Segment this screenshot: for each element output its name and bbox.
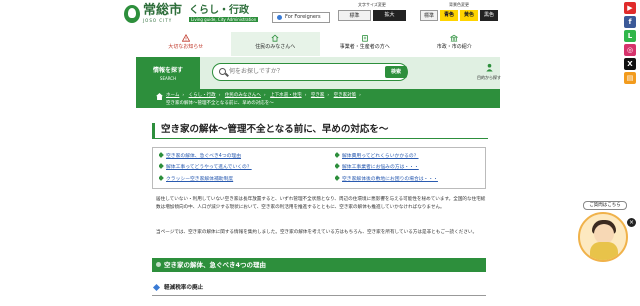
book-icon[interactable]: ▤ (624, 72, 636, 84)
youtube-icon[interactable]: ▶ (624, 2, 636, 14)
search-input[interactable] (229, 66, 379, 78)
house-icon (271, 34, 279, 42)
concierge-label[interactable]: ご質問はこちら (583, 201, 627, 210)
nav-label: 住民のみなさんへ (255, 44, 296, 50)
home-icon[interactable] (156, 93, 163, 100)
intro-paragraph-2: 当ページでは、空き家の解体に関する情報を集約しました。空き家の解体を考えている方… (156, 230, 478, 235)
logo-city-en: JOSO CITY (143, 18, 173, 23)
for-foreigners-button[interactable]: For Foreigners (272, 12, 330, 23)
page-title: 空き家の解体〜管理不全となる前に、早めの対応を〜 (152, 123, 488, 139)
breadcrumb-item[interactable]: 空き家対策 (334, 93, 357, 98)
section-heading: 空き家の解体、急ぐべき4つの理由 (152, 258, 486, 272)
intro-paragraph: 居住していない・利用していない空き家は長年放置すると、いずれ管理不全状態となり、… (156, 197, 486, 210)
city-hall-icon (450, 34, 459, 42)
search-icon (219, 68, 226, 75)
nav-label: 市政・市の紹介 (436, 44, 472, 50)
font-size-large-button[interactable]: 拡大 (373, 10, 406, 21)
search-by-purpose-label: 目的から探す (477, 75, 501, 80)
breadcrumb-item[interactable]: ホーム (166, 93, 179, 98)
concierge-body (590, 242, 618, 260)
facebook-icon[interactable]: f (624, 16, 636, 28)
breadcrumb-item[interactable]: 空き家 (311, 93, 325, 98)
close-icon[interactable]: × (627, 218, 636, 227)
breadcrumb-item[interactable]: 上下水道・住宅 (270, 93, 302, 98)
breadcrumb-current: 空き家の解体〜管理不全となる前に、早めの対応を〜 (166, 101, 274, 106)
color-scheme-label: 背景色変更 (449, 2, 469, 7)
logo-section-sub: Living guide, City Administration (189, 17, 259, 22)
search-title-en: SEARCH (159, 76, 177, 81)
page: 常総市 JOSO CITY くらし・行政 Living guide, City … (0, 0, 640, 306)
warning-icon (181, 34, 190, 42)
nav-important-notices[interactable]: 大切なお知らせ (141, 32, 231, 56)
font-size-control: 文字サイズ変更 標準 拡大 (338, 2, 406, 21)
font-size-label: 文字サイズ変更 (358, 2, 386, 7)
nav-residents[interactable]: 住民のみなさんへ (230, 32, 320, 56)
header: 常総市 JOSO CITY くらし・行政 Living guide, City … (0, 0, 622, 34)
nav-city-intro[interactable]: 市政・市の紹介 (410, 32, 500, 56)
color-yellow-button[interactable]: 黄色 (460, 10, 478, 21)
color-black-button[interactable]: 黒色 (480, 10, 498, 21)
color-scheme-control: 背景色変更 標準 青色 黄色 黒色 (420, 2, 498, 21)
chat-concierge-button[interactable] (578, 212, 628, 262)
search-section-label: 情報を探す SEARCH (136, 57, 200, 89)
toc-link[interactable]: 解体費用ってどれくらいかかるの？ (335, 152, 485, 161)
toc-link[interactable]: クラッシー空き家解体補助制度 (159, 175, 335, 184)
toc-link[interactable]: 空き家の解体、急ぐべき4つの理由 (159, 152, 335, 161)
nav-label: 大切なお知らせ (168, 44, 204, 50)
logo-section: くらし・行政 (189, 5, 250, 16)
breadcrumb: ホーム › くらし・行政 › 住民のみなさんへ › 上下水道・住宅 › 空き家 › 空き家… (136, 89, 500, 108)
building-icon (361, 35, 368, 42)
concierge-face (594, 224, 614, 244)
toc-link[interactable]: 解体工事業者にお悩みの方は・・・ (335, 163, 485, 172)
line-icon[interactable]: L (624, 30, 636, 42)
sns-rail: ▶ f L ◎ X ▤ (624, 2, 638, 84)
subsection-heading: 軽減税率の廃止 (152, 282, 486, 296)
search-box (212, 63, 408, 81)
logo-city: 常総市 (143, 3, 183, 18)
x-icon[interactable]: X (624, 58, 636, 70)
nav-businesses[interactable]: 事業者・生産者の方へ (320, 32, 410, 56)
instagram-icon[interactable]: ◎ (624, 44, 636, 56)
search-button[interactable]: 検索 (385, 66, 407, 78)
color-blue-button[interactable]: 青色 (440, 10, 458, 21)
person-icon (485, 63, 493, 72)
color-standard-button[interactable]: 標準 (420, 10, 438, 21)
main-nav: 大切なお知らせ 住民のみなさんへ 事業者・生産者の方へ 市政・市の紹介 (141, 32, 499, 56)
table-of-contents: 空き家の解体、急ぐべき4つの理由 解体費用ってどれくらいかかるの？ 解体工事って… (152, 147, 486, 189)
breadcrumb-item[interactable]: 住民のみなさんへ (225, 93, 261, 98)
site-logo[interactable]: 常総市 JOSO CITY くらし・行政 Living guide, City … (124, 3, 259, 23)
font-size-standard-button[interactable]: 標準 (338, 10, 371, 21)
search-by-purpose-button[interactable]: 目的から探す (476, 59, 502, 87)
city-emblem-icon (124, 4, 140, 23)
breadcrumb-item[interactable]: くらし・行政 (189, 93, 216, 98)
nav-label: 事業者・生産者の方へ (339, 44, 390, 50)
toc-link[interactable]: 空き家解体後の敷地にお困りの場合は・・・ (335, 175, 485, 184)
search-title: 情報を探す (152, 67, 183, 74)
toc-link[interactable]: 解体工事ってどうやって進んでいくの？ (159, 163, 335, 172)
